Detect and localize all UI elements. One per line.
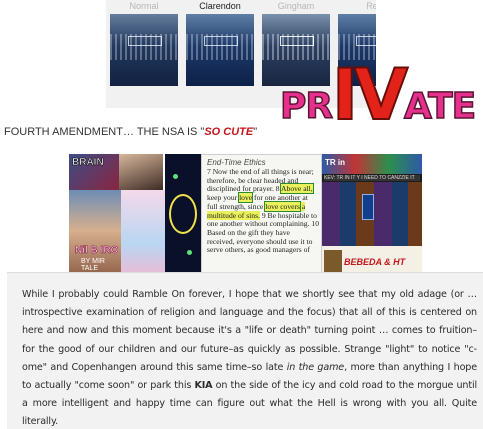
headline-emphasis: SO CUTE xyxy=(204,126,254,138)
doc-highlight-love: love xyxy=(238,192,254,204)
doc-text: 7 Now the end of all things is near; the… xyxy=(207,167,319,255)
tv-collage-tile: TR in KEV: TR IN IT Y I NEED TO CANZZIE … xyxy=(322,154,422,280)
stamp-suffix: ATE xyxy=(403,85,477,128)
girl-tile-title: Nil B IRO xyxy=(75,245,119,257)
portrait-tile xyxy=(119,154,163,190)
filter-label: Clarendon xyxy=(199,1,241,11)
brain-tile: BRAIN xyxy=(69,154,119,190)
article-text-1: While I probably could Ramble On forever… xyxy=(22,289,477,373)
filter-thumbnail xyxy=(186,14,254,86)
article-bold-kia: KIA xyxy=(194,380,213,392)
rt-header-bar: TR in xyxy=(322,154,422,174)
girl-photo-tile: Nil B IRO BY MIR TALE xyxy=(69,190,121,280)
star-dot xyxy=(187,250,192,255)
filter-label: Gingham xyxy=(277,1,315,11)
orbit-loop xyxy=(169,194,197,234)
anime-art-tile xyxy=(121,190,165,280)
filter-label: Re xyxy=(366,1,376,11)
rt-caption: KEV: TR IN IT Y I NEED TO CANZZIE IT xyxy=(324,175,420,181)
police-box-icon xyxy=(362,194,374,220)
filter-thumbnail xyxy=(110,14,178,86)
filter-label: Normal xyxy=(129,1,159,11)
headline: FOURTH AMENDMENT… THE NSA IS "SO CUTE" xyxy=(4,126,257,138)
stamp-prefix: PR xyxy=(279,85,334,128)
doc-highlight-love-covers: love covers xyxy=(264,200,302,212)
doc-title: End-Time Ethics xyxy=(207,158,266,167)
doc-verse-8-mid: keep your xyxy=(207,193,240,203)
article-panel: While I probably could Ramble On forever… xyxy=(7,272,483,429)
headline-close: " xyxy=(253,126,258,138)
rt-header-label: TR in xyxy=(325,158,345,167)
rt-banner-text: BEBEDA & HT xyxy=(344,257,406,267)
space-diagram-tile xyxy=(165,154,201,280)
article-paragraph: While I probably could Ramble On forever… xyxy=(22,286,477,429)
filter-normal[interactable]: Normal xyxy=(106,0,182,108)
brain-tile-label: BRAIN xyxy=(72,157,104,169)
private-stamp: PR IV ATE xyxy=(274,54,477,136)
filter-clarendon[interactable]: Clarendon xyxy=(182,0,258,108)
article-emphasis: in the game xyxy=(286,361,345,373)
stamp-roman-numeral: IV xyxy=(331,54,409,136)
girl-tile-caption: BY MIR TALE xyxy=(81,258,105,272)
image-collage: BRAIN Nil B IRO BY MIR TALE End-Time Eth… xyxy=(69,154,422,280)
scripture-document-tile: End-Time Ethics 7 Now the end of all thi… xyxy=(201,154,322,280)
headline-text: FOURTH AMENDMENT… THE NSA IS " xyxy=(4,126,205,138)
star-dot xyxy=(173,174,178,179)
